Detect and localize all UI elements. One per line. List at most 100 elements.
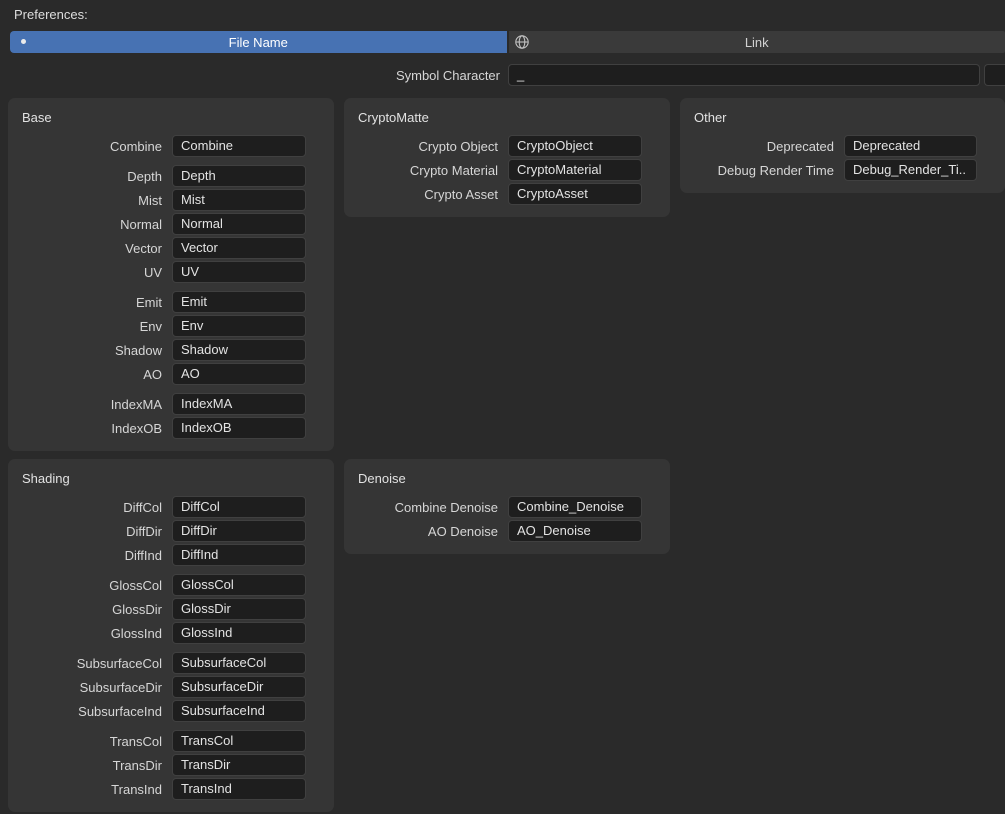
field-group: DiffColDiffColDiffDirDiffDirDiffIndDiffI…	[8, 496, 334, 566]
panel-title[interactable]: CryptoMatte	[344, 106, 670, 129]
panel-body: Combine DenoiseCombine_DenoiseAO Denoise…	[344, 490, 670, 542]
panel-body: Crypto ObjectCryptoObjectCrypto Material…	[344, 129, 670, 205]
field-group: GlossColGlossColGlossDirGlossDirGlossInd…	[8, 574, 334, 644]
panel-title[interactable]: Base	[8, 106, 334, 129]
field-row: EmitEmit	[8, 291, 334, 313]
text-field[interactable]: DiffInd	[172, 544, 306, 566]
text-field[interactable]: DiffCol	[172, 496, 306, 518]
field-row: TransIndTransInd	[8, 778, 334, 800]
text-field[interactable]: Emit	[172, 291, 306, 313]
text-field[interactable]: CryptoAsset	[508, 183, 642, 205]
tab-label: Link	[745, 35, 769, 50]
field-label: SubsurfaceDir	[8, 680, 172, 695]
text-field[interactable]: TransDir	[172, 754, 306, 776]
panel-title[interactable]: Shading	[8, 467, 334, 490]
text-field[interactable]: Shadow	[172, 339, 306, 361]
text-field[interactable]: TransInd	[172, 778, 306, 800]
panel-body: CombineCombineDepthDepthMistMistNormalNo…	[8, 129, 334, 439]
field-group: Crypto ObjectCryptoObjectCrypto Material…	[344, 135, 670, 205]
field-row: ShadowShadow	[8, 339, 334, 361]
text-field[interactable]: GlossCol	[172, 574, 306, 596]
field-label: Crypto Material	[344, 163, 508, 178]
text-field[interactable]: Vector	[172, 237, 306, 259]
text-field[interactable]: Env	[172, 315, 306, 337]
field-label: Deprecated	[680, 139, 844, 154]
text-field[interactable]: UV	[172, 261, 306, 283]
text-field[interactable]: AO	[172, 363, 306, 385]
text-field[interactable]: Deprecated	[844, 135, 977, 157]
dot-icon	[21, 39, 26, 44]
field-label: TransCol	[8, 734, 172, 749]
panel-body: DiffColDiffColDiffDirDiffDirDiffIndDiffI…	[8, 490, 334, 800]
text-field[interactable]: TransCol	[172, 730, 306, 752]
field-label: Combine Denoise	[344, 500, 508, 515]
field-row: Crypto MaterialCryptoMaterial	[344, 159, 670, 181]
text-field[interactable]: AO_Denoise	[508, 520, 642, 542]
panel-base: Base CombineCombineDepthDepthMistMistNor…	[8, 98, 334, 451]
text-field[interactable]: Depth	[172, 165, 306, 187]
field-row: VectorVector	[8, 237, 334, 259]
field-row: CombineCombine	[8, 135, 334, 157]
text-field[interactable]: CryptoObject	[508, 135, 642, 157]
field-label: DiffDir	[8, 524, 172, 539]
field-label: Crypto Object	[344, 139, 508, 154]
field-label: IndexOB	[8, 421, 172, 436]
field-row: Crypto AssetCryptoAsset	[344, 183, 670, 205]
field-label: TransInd	[8, 782, 172, 797]
field-label: DiffCol	[8, 500, 172, 515]
field-row: Combine DenoiseCombine_Denoise	[344, 496, 670, 518]
field-label: Env	[8, 319, 172, 334]
tab-file-name[interactable]: File Name	[10, 31, 507, 53]
field-row: DeprecatedDeprecated	[680, 135, 1005, 157]
field-row: SubsurfaceDirSubsurfaceDir	[8, 676, 334, 698]
tab-link[interactable]: Link	[509, 31, 1005, 53]
field-row: Crypto ObjectCryptoObject	[344, 135, 670, 157]
text-field[interactable]: IndexMA	[172, 393, 306, 415]
field-row: NormalNormal	[8, 213, 334, 235]
field-group: CombineCombine	[8, 135, 334, 157]
field-label: AO	[8, 367, 172, 382]
text-field[interactable]: GlossInd	[172, 622, 306, 644]
field-row: UVUV	[8, 261, 334, 283]
field-row: GlossColGlossCol	[8, 574, 334, 596]
text-field[interactable]: GlossDir	[172, 598, 306, 620]
text-field[interactable]: Combine_Denoise	[508, 496, 642, 518]
text-field[interactable]: SubsurfaceDir	[172, 676, 306, 698]
field-group: Combine DenoiseCombine_DenoiseAO Denoise…	[344, 496, 670, 542]
text-field[interactable]: SubsurfaceCol	[172, 652, 306, 674]
field-row: IndexOBIndexOB	[8, 417, 334, 439]
field-row: DiffIndDiffInd	[8, 544, 334, 566]
panel-body: DeprecatedDeprecatedDebug Render TimeDeb…	[680, 129, 1005, 181]
text-field[interactable]: DiffDir	[172, 520, 306, 542]
text-field[interactable]: Normal	[172, 213, 306, 235]
text-field[interactable]: Mist	[172, 189, 306, 211]
text-field[interactable]: SubsurfaceInd	[172, 700, 306, 722]
field-row: GlossIndGlossInd	[8, 622, 334, 644]
field-group: DepthDepthMistMistNormalNormalVectorVect…	[8, 165, 334, 283]
field-label: Normal	[8, 217, 172, 232]
field-row: EnvEnv	[8, 315, 334, 337]
text-field[interactable]: IndexOB	[172, 417, 306, 439]
globe-icon	[514, 34, 530, 50]
field-row: AOAO	[8, 363, 334, 385]
field-row: DepthDepth	[8, 165, 334, 187]
field-label: TransDir	[8, 758, 172, 773]
field-group: EmitEmitEnvEnvShadowShadowAOAO	[8, 291, 334, 385]
preferences-label: Preferences:	[0, 0, 1005, 27]
field-label: Crypto Asset	[344, 187, 508, 202]
field-row: TransDirTransDir	[8, 754, 334, 776]
symbol-character-input[interactable]: _	[508, 64, 980, 86]
panel-shading: Shading DiffColDiffColDiffDirDiffDirDiff…	[8, 459, 334, 812]
field-row: MistMist	[8, 189, 334, 211]
clipped-field[interactable]	[984, 64, 1005, 86]
field-label: UV	[8, 265, 172, 280]
panels-grid: Base CombineCombineDepthDepthMistMistNor…	[0, 86, 1005, 812]
text-field[interactable]: Combine	[172, 135, 306, 157]
text-field[interactable]: Debug_Render_Ti..	[844, 159, 977, 181]
text-field[interactable]: CryptoMaterial	[508, 159, 642, 181]
panel-title[interactable]: Other	[680, 106, 1005, 129]
field-label: AO Denoise	[344, 524, 508, 539]
tab-label: File Name	[229, 35, 288, 50]
panel-cryptomatte: CryptoMatte Crypto ObjectCryptoObjectCry…	[344, 98, 670, 217]
panel-title[interactable]: Denoise	[344, 467, 670, 490]
